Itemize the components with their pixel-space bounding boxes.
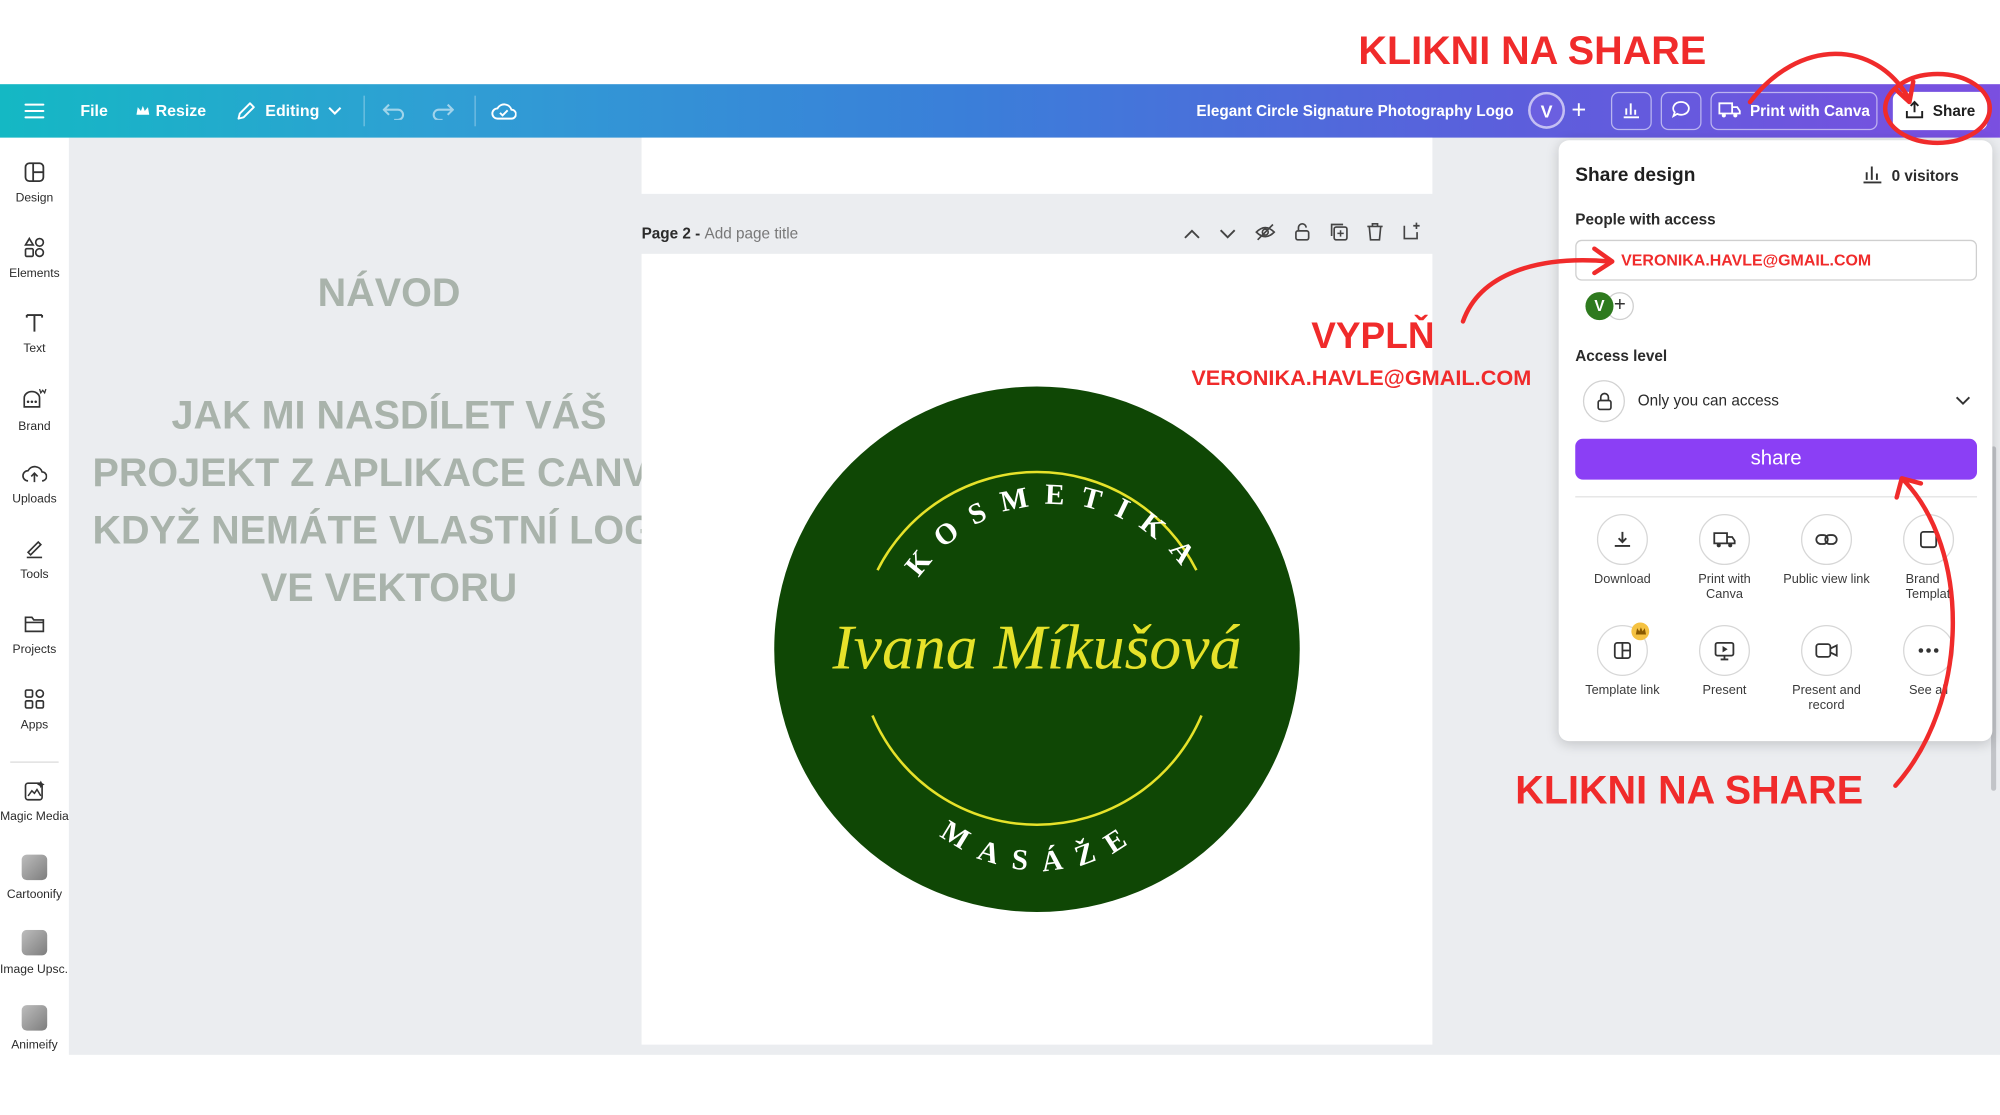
arrow-to-share-submit (1893, 477, 1956, 788)
screenshot-stage: File Resize Editing Elegant Circle Signa… (0, 0, 2000, 1115)
owner-avatar[interactable]: V (1585, 292, 1614, 321)
annotation-arrows (1460, 51, 1993, 788)
share-button-highlight (1882, 71, 1993, 146)
owner-initial: V (1594, 297, 1605, 316)
arrow-to-share-button (1747, 51, 1912, 105)
